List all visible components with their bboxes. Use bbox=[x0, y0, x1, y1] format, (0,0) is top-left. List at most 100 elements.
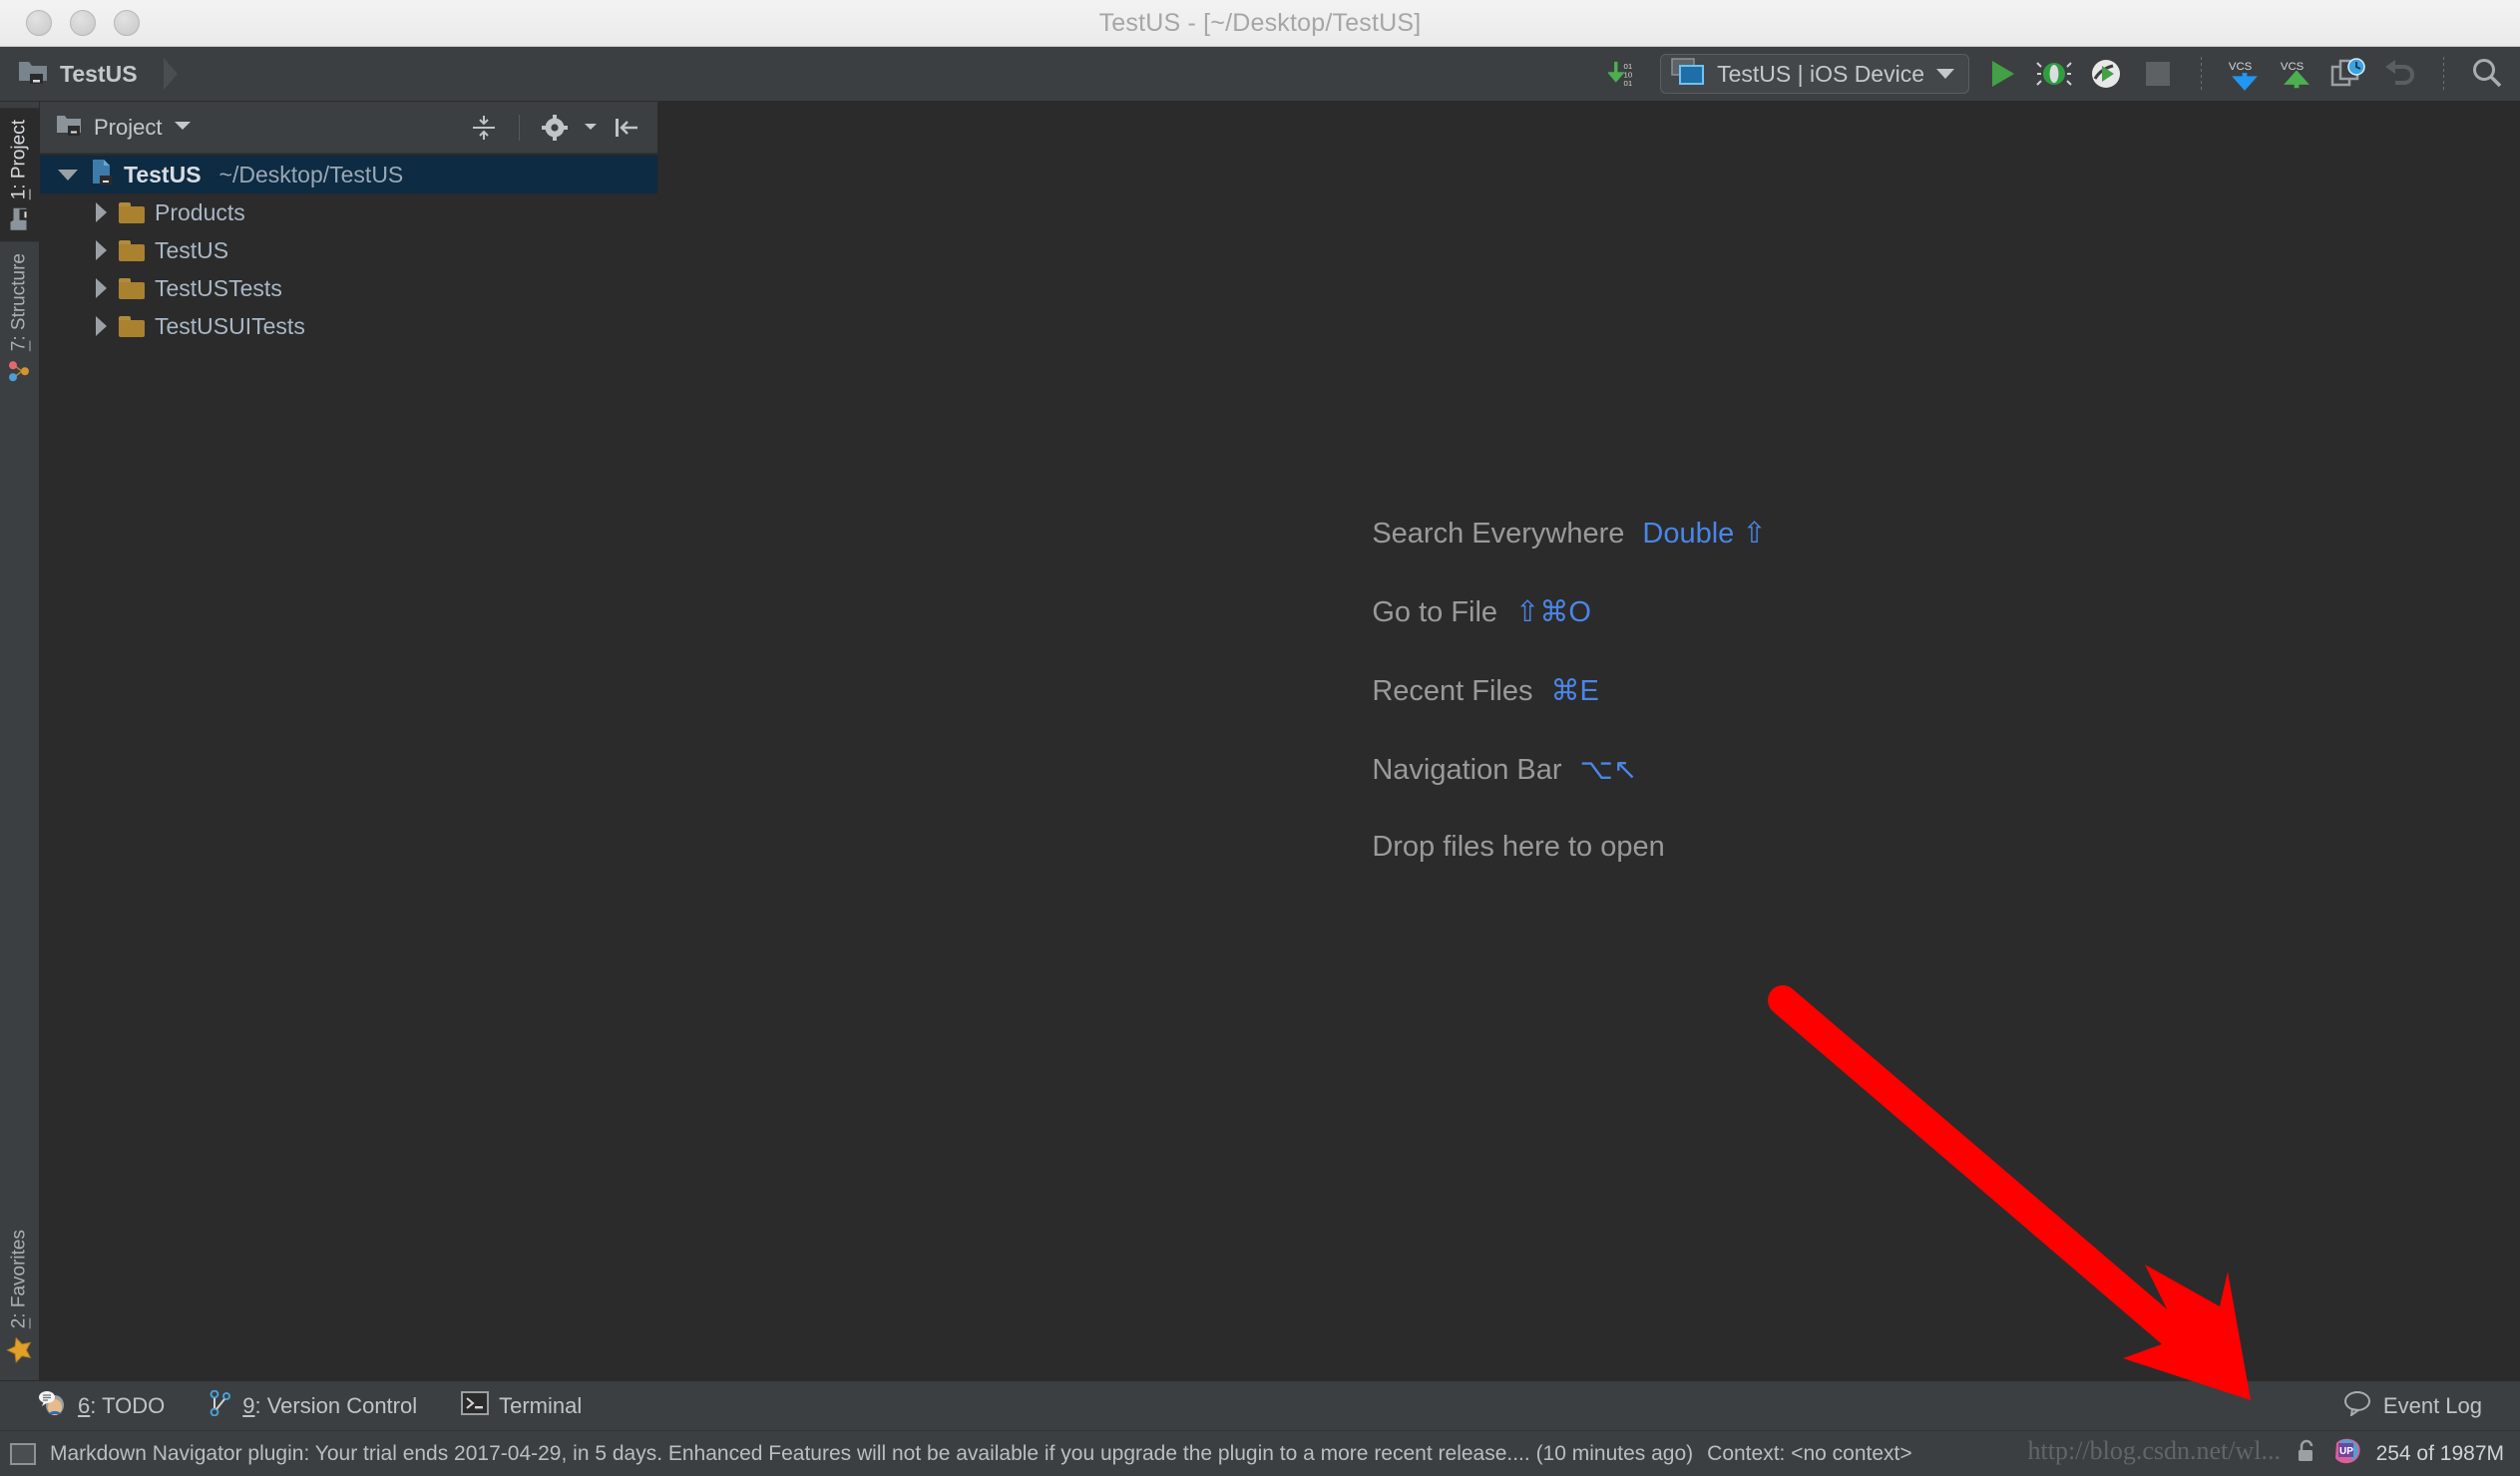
tree-node-testusuitests[interactable]: TestUSUITests bbox=[40, 307, 657, 345]
tree-node-label: TestUSTests bbox=[155, 274, 282, 301]
tree-node-root-name: TestUS bbox=[124, 161, 202, 187]
gear-icon[interactable] bbox=[538, 111, 572, 145]
ide-body: 1: Project 7: Structure 2: Favorites Pro… bbox=[0, 102, 2520, 1380]
main-toolbar: TestUS 01 10 01 TestUS | iOS Device VCS … bbox=[0, 47, 2520, 102]
bottom-tab-label: Terminal bbox=[499, 1392, 583, 1418]
toolbar-divider-2 bbox=[2443, 57, 2444, 91]
svg-text:10: 10 bbox=[1624, 70, 1633, 79]
svg-text:01: 01 bbox=[1624, 62, 1633, 71]
status-widget-icon[interactable] bbox=[10, 1442, 36, 1465]
bottom-tab-todo[interactable]: 6: TODO bbox=[16, 1384, 187, 1428]
ide-window: TestUS - [~/Desktop/TestUS] TestUS 01 10 bbox=[0, 0, 2520, 1476]
hint-navigation-bar: Navigation Bar ⌥↖ bbox=[1372, 752, 1766, 787]
svg-text:VCS: VCS bbox=[2229, 61, 2253, 73]
vcs-history-icon[interactable] bbox=[2329, 55, 2367, 93]
editor-empty-state: Search Everywhere Double ⇧ Go to File ⇧⌘… bbox=[658, 102, 2520, 1380]
tree-node-testustests[interactable]: TestUSTests bbox=[40, 269, 657, 307]
hint-drop-files: Drop files here to open bbox=[1372, 831, 1766, 864]
hide-panel-icon[interactable] bbox=[610, 111, 643, 145]
folder-icon bbox=[119, 201, 145, 223]
window-title-bar: TestUS - [~/Desktop/TestUS] bbox=[0, 0, 2520, 47]
branch-icon bbox=[209, 1389, 232, 1422]
run-configuration-selector[interactable]: TestUS | iOS Device bbox=[1660, 54, 1969, 94]
hint-label: Drop files here to open bbox=[1372, 830, 1665, 863]
vcs-update-numbers-icon[interactable]: 01 10 01 bbox=[1608, 55, 1646, 93]
tree-node-label: TestUS bbox=[155, 236, 229, 263]
debug-icon[interactable] bbox=[2035, 55, 2073, 93]
event-log-label: Event Log bbox=[2382, 1392, 2482, 1418]
project-folder-icon bbox=[56, 114, 82, 142]
bottom-tab-event-log[interactable]: Event Log bbox=[2321, 1384, 2504, 1428]
sidebar-item-structure[interactable]: 7: Structure bbox=[0, 241, 39, 394]
up-badge-icon[interactable]: UP bbox=[2332, 1437, 2362, 1471]
project-tool-window: Project TestUS ~/Desktop/TestUS Products… bbox=[40, 102, 658, 1380]
stop-icon[interactable] bbox=[2139, 55, 2177, 93]
tree-node-root[interactable]: TestUS ~/Desktop/TestUS bbox=[40, 156, 657, 193]
chevron-right-icon[interactable] bbox=[96, 316, 107, 336]
breadcrumb[interactable]: TestUS bbox=[18, 58, 178, 90]
vcs-update-icon[interactable]: VCS bbox=[2226, 55, 2264, 93]
svg-text:UP: UP bbox=[2339, 1446, 2353, 1457]
svg-text:VCS: VCS bbox=[2281, 61, 2305, 73]
chevron-down-icon[interactable] bbox=[174, 119, 192, 137]
collapse-all-icon[interactable] bbox=[467, 111, 501, 145]
chevron-right-icon[interactable] bbox=[96, 240, 107, 260]
left-stripe-bottom: 2: Favorites bbox=[0, 1218, 39, 1374]
hint-shortcut: ⇧⌘O bbox=[1515, 595, 1591, 628]
folder-icon bbox=[119, 277, 145, 299]
folder-icon bbox=[119, 315, 145, 337]
ios-device-icon bbox=[1671, 57, 1705, 91]
hint-go-to-file: Go to File ⇧⌘O bbox=[1372, 594, 1766, 629]
breadcrumb-label: TestUS bbox=[60, 60, 138, 87]
run-coverage-icon[interactable] bbox=[2087, 55, 2125, 93]
window-title: TestUS - [~/Desktop/TestUS] bbox=[1098, 8, 1422, 37]
toolbar-right-group: 01 10 01 TestUS | iOS Device VCS VCS bbox=[1608, 54, 2506, 94]
run-configuration-label: TestUS | iOS Device bbox=[1717, 60, 1924, 87]
bottom-tab-label: 9: Version Control bbox=[242, 1392, 418, 1418]
run-icon[interactable] bbox=[1983, 55, 2021, 93]
bottom-tab-terminal[interactable]: Terminal bbox=[439, 1385, 604, 1427]
project-folder-icon bbox=[18, 59, 48, 90]
tree-node-label: Products bbox=[155, 198, 245, 225]
lock-icon[interactable] bbox=[2295, 1438, 2318, 1470]
sidebar-label-structure: 7: Structure bbox=[8, 253, 30, 352]
bottom-tab-version-control[interactable]: 9: Version Control bbox=[187, 1384, 439, 1428]
left-stripe-top: 1: Project 7: Structure bbox=[0, 108, 39, 395]
project-folder-icon bbox=[9, 207, 30, 231]
project-panel-header: Project bbox=[40, 102, 657, 154]
sidebar-item-project[interactable]: 1: Project bbox=[0, 108, 39, 242]
chevron-right-icon[interactable] bbox=[96, 202, 107, 222]
vcs-commit-icon[interactable]: VCS bbox=[2278, 55, 2315, 93]
hint-label: Search Everywhere bbox=[1372, 517, 1625, 550]
event-log-icon bbox=[2343, 1390, 2373, 1422]
status-bar: Markdown Navigator plugin: Your trial en… bbox=[0, 1430, 2520, 1476]
sidebar-label-project: 1: Project bbox=[8, 120, 30, 200]
toolbar-divider bbox=[2201, 57, 2202, 91]
chevron-right-icon[interactable] bbox=[96, 278, 107, 298]
status-context: Context: <no context> bbox=[1707, 1441, 1912, 1465]
hint-shortcut: Double ⇧ bbox=[1642, 517, 1767, 550]
chevron-down-icon[interactable] bbox=[58, 169, 78, 181]
hint-shortcut: ⌥↖ bbox=[1579, 753, 1638, 786]
sidebar-label-favorites: 2: Favorites bbox=[8, 1229, 30, 1328]
project-tree[interactable]: TestUS ~/Desktop/TestUS Products TestUS bbox=[40, 154, 657, 1380]
tree-node-products[interactable]: Products bbox=[40, 193, 657, 231]
hint-search-everywhere: Search Everywhere Double ⇧ bbox=[1372, 516, 1766, 551]
memory-indicator[interactable]: 254 of 1987M bbox=[2376, 1442, 2504, 1466]
hint-label: Recent Files bbox=[1372, 674, 1533, 707]
todo-icon bbox=[38, 1390, 68, 1422]
editor-hint-list: Search Everywhere Double ⇧ Go to File ⇧⌘… bbox=[1372, 516, 1766, 908]
sidebar-item-favorites[interactable]: 2: Favorites bbox=[0, 1218, 39, 1374]
gear-dropdown-caret-icon[interactable] bbox=[584, 119, 598, 137]
bottom-tab-label: 6: TODO bbox=[78, 1392, 166, 1418]
search-icon[interactable] bbox=[2468, 55, 2506, 93]
status-message[interactable]: Markdown Navigator plugin: Your trial en… bbox=[50, 1442, 1693, 1466]
tree-node-testus[interactable]: TestUS bbox=[40, 231, 657, 269]
undo-icon[interactable] bbox=[2381, 55, 2419, 93]
folder-icon bbox=[119, 239, 145, 261]
hint-label: Navigation Bar bbox=[1372, 753, 1562, 786]
terminal-icon bbox=[461, 1390, 490, 1421]
svg-text:01: 01 bbox=[1624, 79, 1633, 88]
structure-icon bbox=[9, 360, 31, 384]
chevron-down-icon bbox=[1936, 69, 1954, 79]
